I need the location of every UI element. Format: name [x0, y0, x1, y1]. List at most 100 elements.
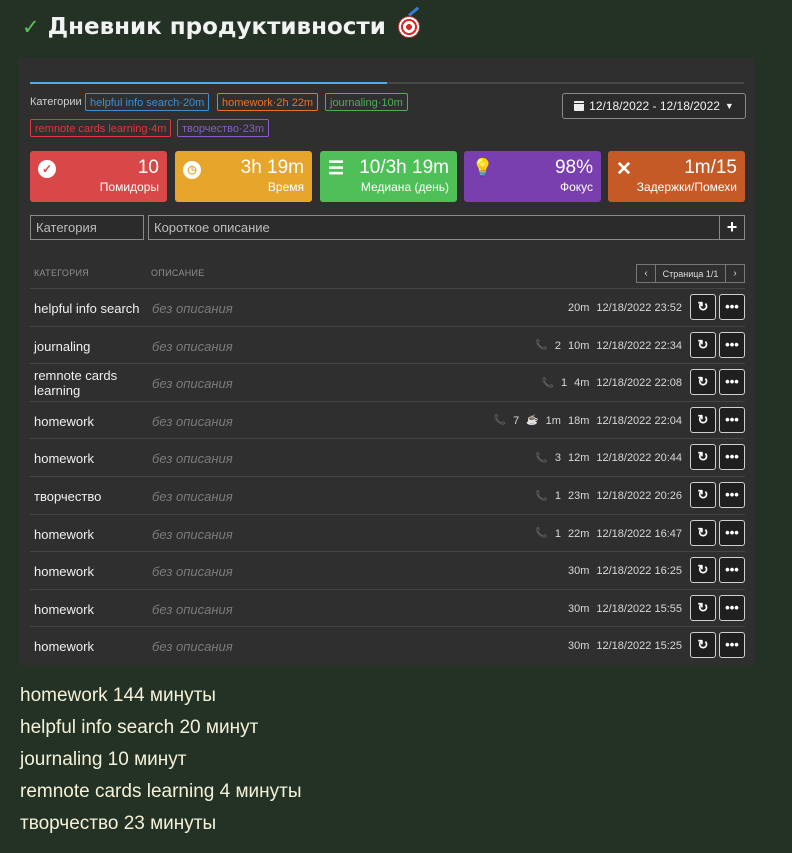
repeat-button[interactable]: ↻	[690, 519, 716, 546]
more-options-button[interactable]: •••	[719, 331, 745, 358]
row-category: homework	[34, 413, 94, 429]
stat-label: Задержки/Помехи	[636, 180, 737, 194]
repeat-button[interactable]: ↻	[690, 406, 716, 433]
clock-icon: ◷	[183, 158, 201, 179]
ellipsis-icon: •••	[725, 524, 739, 540]
pagination: ‹ Страница 1/1 ›	[636, 264, 745, 283]
more-options-button[interactable]: •••	[719, 369, 745, 396]
row-category: journaling	[34, 338, 91, 354]
ellipsis-icon: •••	[725, 449, 739, 465]
page-title: ✓ Дневник продуктивности	[22, 14, 420, 40]
column-header-description: ОПИСАНИЕ	[151, 268, 205, 278]
category-tag-helpful-info-search[interactable]: helpful info search·20m	[85, 93, 210, 111]
redo-icon: ↻	[697, 524, 709, 540]
calendar-icon	[574, 101, 585, 111]
add-entry-button[interactable]: +	[719, 215, 745, 240]
repeat-button[interactable]: ↻	[690, 369, 716, 396]
category-tag-remnote[interactable]: remnote cards learning·4m	[30, 119, 172, 137]
row-meta: 📞 1 4m 12/18/2022 22:08	[542, 377, 683, 389]
row-description: без описания	[152, 301, 233, 316]
more-options-button[interactable]: •••	[719, 444, 745, 471]
row-datetime: 12/18/2022 15:55	[596, 602, 682, 615]
row-meta: 📞 2 10m 12/18/2022 22:34	[535, 340, 682, 352]
calls-count: 1	[554, 490, 561, 502]
category-tag-creativity[interactable]: творчество·23m	[177, 119, 270, 137]
category-tag-journaling[interactable]: journaling·10m	[325, 93, 408, 111]
repeat-button[interactable]: ↻	[690, 594, 716, 621]
repeat-button[interactable]: ↻	[690, 482, 716, 508]
ellipsis-icon: •••	[725, 599, 739, 615]
stat-time: ◷ 3h 19m Время	[175, 151, 312, 202]
table-row: journaling без описания 📞 2 10m 12/18/2022 …	[30, 325, 745, 364]
stat-focus: 💡 98% Фокус	[464, 151, 601, 202]
table-row: remnote cards learning без описания 📞 1 4m…	[30, 363, 745, 401]
stat-label: Медиана (день)	[360, 180, 449, 194]
description-input[interactable]: Короткое описание	[148, 215, 720, 240]
stat-value: 10	[137, 157, 159, 178]
row-datetime: 12/18/2022 22:04	[596, 414, 682, 427]
row-description: без описания	[152, 376, 233, 392]
calls-count: 1	[560, 377, 568, 390]
row-datetime: 12/18/2022 16:47	[596, 527, 682, 540]
redo-icon: ↻	[697, 299, 709, 314]
row-duration: 12m	[567, 452, 590, 465]
table-row: homework без описания 📞 7 ☕ 1m 18m 12/18/2022…	[30, 400, 745, 439]
row-category: helpful info search	[34, 301, 140, 316]
page-indicator: Страница 1/1	[662, 268, 719, 279]
stat-value: 1m/15	[684, 157, 737, 178]
row-duration: 4m	[574, 377, 590, 390]
ellipsis-icon: •••	[725, 562, 739, 578]
stat-value: 98%	[554, 157, 593, 178]
table-row: homework без описания 30m 12/18/2022 15:5…	[30, 588, 745, 627]
category-tag-homework[interactable]: homework·2h 22m	[217, 93, 319, 111]
repeat-button[interactable]: ↻	[690, 294, 716, 320]
redo-icon: ↻	[697, 562, 709, 578]
ellipsis-icon: •••	[725, 299, 739, 314]
stat-label: Время	[267, 180, 304, 194]
next-page-button[interactable]: ›	[725, 265, 744, 282]
more-options-button[interactable]: •••	[719, 632, 745, 659]
row-meta: 30m 12/18/2022 16:25	[568, 565, 682, 577]
row-meta: 📞 1 23m 12/18/2022 20:26	[535, 490, 682, 502]
ellipsis-icon: •••	[725, 336, 739, 352]
row-description: без описания	[152, 564, 233, 580]
repeat-button[interactable]: ↻	[690, 632, 716, 659]
row-datetime: 12/18/2022 20:26	[596, 490, 682, 502]
row-description: без описания	[152, 601, 233, 617]
more-options-button[interactable]: •••	[719, 594, 745, 621]
more-options-button[interactable]: •••	[719, 406, 745, 433]
more-options-button[interactable]: •••	[719, 482, 745, 508]
ellipsis-icon: •••	[725, 637, 739, 653]
stat-label: Помидоры	[99, 180, 159, 194]
categories-label: Категории	[30, 96, 82, 108]
table-row: homework без описания 30m 12/18/2022 15:2…	[30, 626, 745, 664]
ellipsis-icon: •••	[725, 487, 739, 502]
row-category: homework	[34, 639, 94, 655]
table-row: homework без описания 30m 12/18/2022 16:2…	[30, 551, 745, 589]
prev-page-button[interactable]: ‹	[637, 265, 656, 282]
date-range-picker[interactable]: 12/18/2022 - 12/18/2022 ▼	[562, 93, 746, 119]
calls-count: 1	[554, 527, 561, 540]
phone-icon: 📞	[535, 452, 548, 464]
row-meta: 📞 3 12m 12/18/2022 20:44	[535, 452, 682, 464]
list-icon: ☰	[328, 158, 345, 178]
repeat-button[interactable]: ↻	[690, 331, 716, 358]
more-options-button[interactable]: •••	[719, 519, 745, 546]
row-duration: 22m	[567, 527, 590, 540]
summary-line: journaling 10 минут	[20, 749, 187, 770]
stat-pomodoros: ✓ 10 Помидоры	[30, 151, 167, 202]
repeat-button[interactable]: ↻	[690, 444, 716, 471]
repeat-button[interactable]: ↻	[690, 557, 716, 584]
more-options-button[interactable]: •••	[719, 294, 745, 320]
row-category: homework	[34, 564, 94, 580]
phone-icon: 📞	[535, 490, 548, 502]
row-duration: 30m	[567, 640, 590, 653]
ellipsis-icon: •••	[725, 411, 739, 427]
progress-fill	[30, 82, 387, 84]
redo-icon: ↻	[697, 599, 709, 615]
stat-value: 3h 19m	[240, 157, 304, 178]
stat-value: 10/3h 19m	[359, 157, 449, 178]
category-input[interactable]: Категория	[30, 215, 144, 240]
calls-count: 7	[513, 414, 520, 427]
more-options-button[interactable]: •••	[719, 557, 745, 584]
